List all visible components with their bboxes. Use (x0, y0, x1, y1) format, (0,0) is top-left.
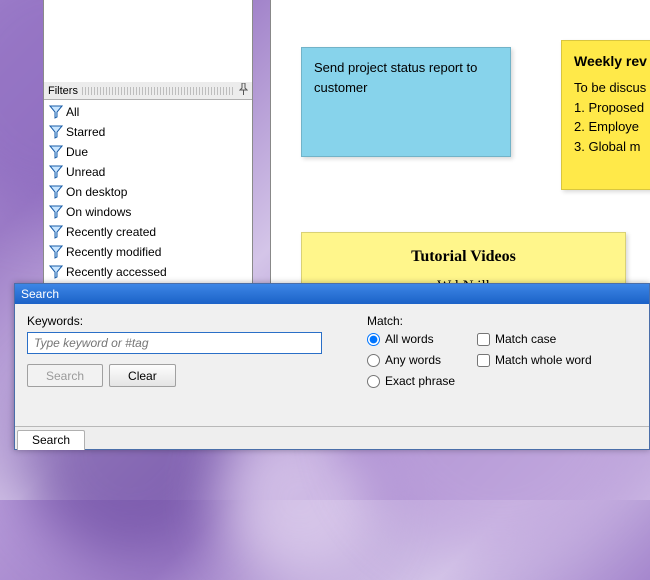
filters-panel: Filters All Starred Due Unread On desktop On … (43, 82, 253, 286)
check-match-case[interactable]: Match case (477, 332, 637, 346)
filters-title: Filters (48, 85, 78, 97)
filter-item-all[interactable]: All (44, 102, 252, 122)
note-line: To be discus (574, 78, 650, 98)
pin-icon[interactable] (238, 83, 248, 98)
filter-item-on-desktop[interactable]: On desktop (44, 182, 252, 202)
filter-item-recently-accessed[interactable]: Recently accessed (44, 262, 252, 282)
check-match-whole[interactable]: Match whole word (477, 353, 637, 367)
grip-decoration (82, 87, 234, 95)
search-title: Search (21, 287, 59, 301)
sticky-note-blue[interactable]: Send project status report to customer (301, 47, 511, 157)
filter-label: Recently accessed (66, 265, 167, 279)
folder-tree-panel (43, 0, 253, 83)
filter-label: All (66, 105, 79, 119)
sticky-note-weekly[interactable]: Weekly rev To be discus 1. Proposed 2. E… (561, 40, 650, 190)
radio-all-words[interactable]: All words (367, 332, 477, 346)
filter-label: On desktop (66, 185, 127, 199)
filter-label: Due (66, 145, 88, 159)
tab-strip: Search (15, 426, 649, 449)
tab-search[interactable]: Search (17, 430, 85, 450)
search-titlebar[interactable]: Search (15, 284, 649, 304)
search-input[interactable] (27, 332, 322, 354)
filters-list: All Starred Due Unread On desktop On windows R… (44, 100, 252, 286)
radio-exact-phrase[interactable]: Exact phrase (367, 374, 477, 388)
filter-item-due[interactable]: Due (44, 142, 252, 162)
filter-item-unread[interactable]: Unread (44, 162, 252, 182)
filter-item-recently-created[interactable]: Recently created (44, 222, 252, 242)
radio-any-words[interactable]: Any words (367, 353, 477, 367)
filter-label: Recently created (66, 225, 156, 239)
filters-header[interactable]: Filters (44, 82, 252, 100)
filter-label: On windows (66, 205, 131, 219)
note-line: 2. Employe (574, 117, 650, 137)
filter-label: Unread (66, 165, 105, 179)
note-line: 3. Global m (574, 137, 650, 157)
match-label: Match: (367, 314, 637, 328)
filter-item-recently-modified[interactable]: Recently modified (44, 242, 252, 262)
search-window: Search Keywords: Search Clear Match: All… (14, 283, 650, 450)
search-button[interactable]: Search (27, 364, 103, 387)
note-body: Send project status report to customer (314, 58, 498, 97)
keywords-label: Keywords: (27, 314, 327, 328)
filter-label: Recently modified (66, 245, 161, 259)
notes-canvas[interactable]: Send project status report to customer W… (270, 0, 650, 284)
filter-item-starred[interactable]: Starred (44, 122, 252, 142)
note-line: 1. Proposed (574, 98, 650, 118)
note-title: Weekly rev (574, 51, 650, 72)
note-title: Tutorial Videos (314, 245, 613, 269)
filter-label: Starred (66, 125, 105, 139)
filter-item-on-windows[interactable]: On windows (44, 202, 252, 222)
clear-button[interactable]: Clear (109, 364, 176, 387)
